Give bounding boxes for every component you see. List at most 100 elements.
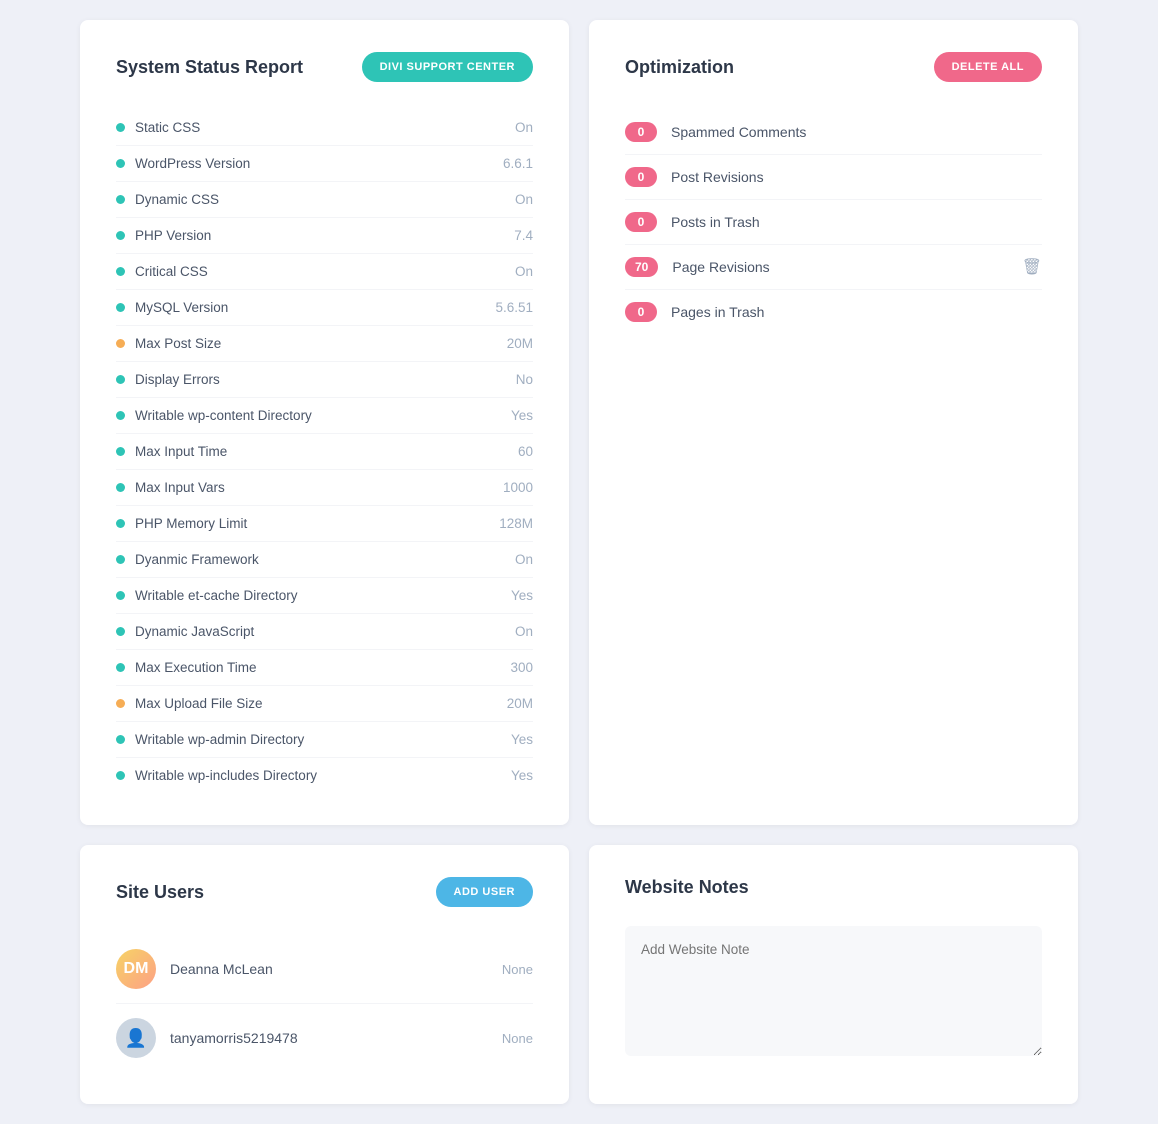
status-row: Display Errors No — [116, 362, 533, 398]
status-row: Max Upload File Size 20M — [116, 686, 533, 722]
website-notes-title: Website Notes — [625, 877, 749, 898]
status-value: Yes — [511, 732, 533, 747]
status-dot — [116, 591, 125, 600]
status-label: Writable wp-admin Directory — [116, 732, 304, 747]
status-label: Max Upload File Size — [116, 696, 263, 711]
status-label: Max Input Vars — [116, 480, 225, 495]
status-dot — [116, 303, 125, 312]
status-label: Max Input Time — [116, 444, 227, 459]
status-value: On — [515, 264, 533, 279]
status-dot — [116, 483, 125, 492]
status-dot — [116, 519, 125, 528]
status-row: Static CSS On — [116, 110, 533, 146]
add-user-button[interactable]: ADD USER — [436, 877, 533, 907]
status-row: Max Input Time 60 — [116, 434, 533, 470]
optimization-badge: 0 — [625, 122, 657, 142]
status-row: Writable wp-includes Directory Yes — [116, 758, 533, 793]
status-label: Writable wp-includes Directory — [116, 768, 317, 783]
divi-support-center-button[interactable]: DIVI SUPPORT CENTER — [362, 52, 533, 82]
optimization-item-label: Post Revisions — [671, 169, 1042, 185]
status-dot — [116, 411, 125, 420]
status-dot — [116, 195, 125, 204]
optimization-item-label: Spammed Comments — [671, 124, 1042, 140]
status-label: WordPress Version — [116, 156, 250, 171]
status-dot — [116, 627, 125, 636]
status-dot — [116, 231, 125, 240]
status-value: On — [515, 120, 533, 135]
user-name: Deanna McLean — [170, 961, 488, 977]
avatar-placeholder: 👤 — [116, 1018, 156, 1058]
optimization-item-label: Posts in Trash — [671, 214, 1042, 230]
status-value: Yes — [511, 768, 533, 783]
status-dot — [116, 375, 125, 384]
optimization-badge: 70 — [625, 257, 658, 277]
status-row: Dyanmic Framework On — [116, 542, 533, 578]
status-label: Dynamic CSS — [116, 192, 219, 207]
website-notes-card: Website Notes — [589, 845, 1078, 1104]
status-value: Yes — [511, 588, 533, 603]
user-row: 👤 tanyamorris5219478 None — [116, 1004, 533, 1072]
optimization-item-label: Page Revisions — [672, 259, 1007, 275]
status-value: 128M — [499, 516, 533, 531]
status-value: On — [515, 552, 533, 567]
status-dot — [116, 771, 125, 780]
status-value: 20M — [507, 336, 533, 351]
site-users-header: Site Users ADD USER — [116, 877, 533, 907]
website-notes-header: Website Notes — [625, 877, 1042, 898]
status-row: PHP Version 7.4 — [116, 218, 533, 254]
status-label: Writable wp-content Directory — [116, 408, 312, 423]
status-label: Dyanmic Framework — [116, 552, 259, 567]
status-dot — [116, 663, 125, 672]
system-status-list: Static CSS On WordPress Version 6.6.1 Dy… — [116, 110, 533, 793]
status-value: 20M — [507, 696, 533, 711]
status-row: Dynamic CSS On — [116, 182, 533, 218]
optimization-badge: 0 — [625, 212, 657, 232]
user-role: None — [502, 1031, 533, 1046]
optimization-row: 0 Post Revisions — [625, 155, 1042, 200]
optimization-row: 70 Page Revisions 🗑 — [625, 245, 1042, 290]
delete-all-button[interactable]: DELETE ALL — [934, 52, 1042, 82]
status-dot — [116, 699, 125, 708]
system-status-card: System Status Report DIVI SUPPORT CENTER… — [80, 20, 569, 825]
user-name: tanyamorris5219478 — [170, 1030, 488, 1046]
status-label: Static CSS — [116, 120, 200, 135]
status-label: Max Post Size — [116, 336, 221, 351]
optimization-row: 0 Spammed Comments — [625, 110, 1042, 155]
status-value: No — [516, 372, 533, 387]
status-value: On — [515, 192, 533, 207]
optimization-row: 0 Pages in Trash — [625, 290, 1042, 334]
status-value: 1000 — [503, 480, 533, 495]
optimization-header: Optimization DELETE ALL — [625, 52, 1042, 82]
status-row: Max Input Vars 1000 — [116, 470, 533, 506]
status-row: PHP Memory Limit 128M — [116, 506, 533, 542]
status-label: PHP Memory Limit — [116, 516, 247, 531]
avatar: 👤 — [116, 1018, 156, 1058]
site-users-card: Site Users ADD USER DM Deanna McLean Non… — [80, 845, 569, 1104]
system-status-title: System Status Report — [116, 57, 303, 78]
site-users-title: Site Users — [116, 882, 204, 903]
status-row: Max Post Size 20M — [116, 326, 533, 362]
status-label: Dynamic JavaScript — [116, 624, 254, 639]
system-status-header: System Status Report DIVI SUPPORT CENTER — [116, 52, 533, 82]
status-value: Yes — [511, 408, 533, 423]
trash-icon[interactable]: 🗑 — [1022, 257, 1042, 277]
status-value: On — [515, 624, 533, 639]
status-value: 6.6.1 — [503, 156, 533, 171]
users-list: DM Deanna McLean None 👤 tanyamorris52194… — [116, 935, 533, 1072]
status-value: 60 — [518, 444, 533, 459]
optimization-title: Optimization — [625, 57, 734, 78]
status-dot — [116, 267, 125, 276]
status-label: Writable et-cache Directory — [116, 588, 298, 603]
status-dot — [116, 123, 125, 132]
optimization-list: 0 Spammed Comments 0 Post Revisions 0 Po… — [625, 110, 1042, 334]
status-row: Writable et-cache Directory Yes — [116, 578, 533, 614]
status-dot — [116, 555, 125, 564]
optimization-item-label: Pages in Trash — [671, 304, 1042, 320]
optimization-badge: 0 — [625, 302, 657, 322]
status-row: WordPress Version 6.6.1 — [116, 146, 533, 182]
website-notes-input[interactable] — [625, 926, 1042, 1056]
status-label: Critical CSS — [116, 264, 208, 279]
status-row: Critical CSS On — [116, 254, 533, 290]
status-label: Max Execution Time — [116, 660, 257, 675]
status-label: PHP Version — [116, 228, 211, 243]
